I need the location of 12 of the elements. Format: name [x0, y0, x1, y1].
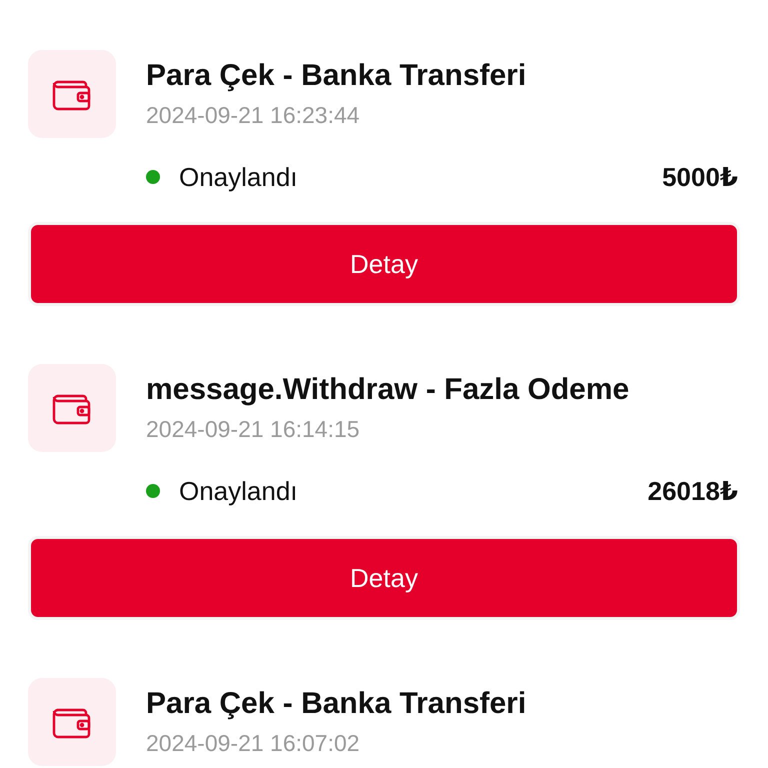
transaction-date: 2024-09-21 16:14:15	[146, 415, 361, 444]
detail-button[interactable]: Detay	[28, 536, 740, 620]
transaction-date: 2024-09-21 16:23:44	[146, 101, 361, 130]
transaction-title: Para Çek - Banka Transferi	[146, 58, 526, 94]
status-label: Onaylandı	[179, 476, 298, 506]
transaction-date: 2024-09-21 16:07:02	[146, 729, 361, 758]
transaction-amount: 5000₺	[662, 162, 739, 192]
transaction-title: Para Çek - Banka Transferi	[146, 686, 526, 722]
transaction-amount: 26018₺	[648, 476, 739, 506]
detail-button[interactable]: Detay	[28, 222, 740, 306]
status-label: Onaylandı	[179, 162, 298, 192]
transaction-title: message.Withdraw - Fazla Odeme	[146, 372, 630, 408]
